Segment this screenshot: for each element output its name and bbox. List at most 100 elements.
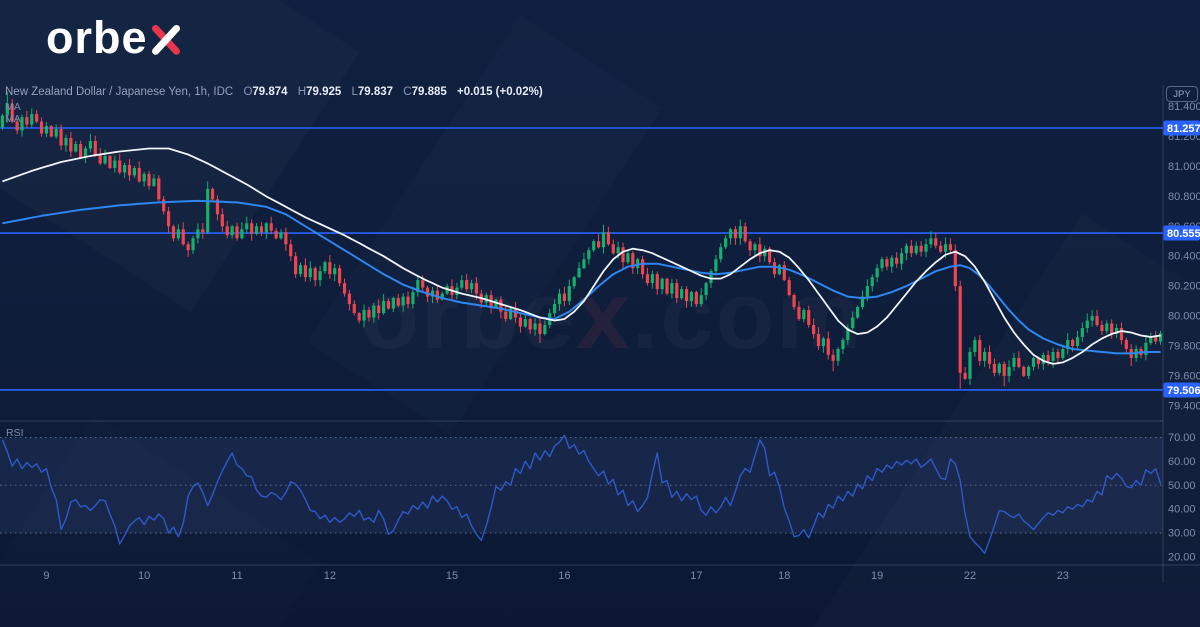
candle-body bbox=[890, 257, 894, 267]
ma-white-line bbox=[2, 147, 1161, 365]
candle-body bbox=[919, 245, 923, 252]
candle-body bbox=[645, 274, 650, 284]
candle-body bbox=[421, 280, 425, 288]
candle-body bbox=[992, 363, 997, 373]
candle-body bbox=[504, 311, 508, 320]
candle-body bbox=[113, 160, 117, 168]
candle-body bbox=[79, 144, 83, 158]
candle-body bbox=[1080, 328, 1084, 337]
candle-body bbox=[1090, 316, 1094, 321]
candle-body bbox=[201, 229, 205, 233]
candle-body bbox=[0, 115, 5, 128]
symbol-title[interactable]: New Zealand Dollar / Japanese Yen, 1h, I… bbox=[5, 86, 233, 98]
candle-body bbox=[396, 298, 400, 306]
candle-body bbox=[640, 259, 645, 275]
rsi-axis-tick: 40.00 bbox=[1168, 504, 1196, 516]
candle-body bbox=[1095, 316, 1099, 326]
candle-body bbox=[582, 259, 586, 269]
candle-body bbox=[264, 223, 268, 233]
candle-body bbox=[303, 265, 308, 278]
candle-body bbox=[533, 323, 537, 330]
candle-body bbox=[206, 188, 210, 233]
candle-body bbox=[948, 244, 953, 251]
candle-body bbox=[166, 211, 171, 227]
candle-body bbox=[518, 317, 523, 327]
price-axis-tick: 81.400 bbox=[1168, 101, 1200, 113]
badge-value: 80.555 bbox=[1167, 228, 1200, 240]
ma-indicator-label-2[interactable]: MA bbox=[5, 113, 21, 125]
candle-body bbox=[772, 262, 777, 275]
candle-body bbox=[152, 178, 156, 186]
candle-body bbox=[308, 268, 312, 278]
candle-body bbox=[69, 138, 73, 152]
candle-body bbox=[127, 164, 132, 176]
time-axis[interactable]: 9 10 11 12 15 16 17 18 19 22 23 bbox=[43, 570, 1069, 582]
candle-body bbox=[1051, 351, 1055, 361]
candle-body bbox=[885, 259, 889, 267]
time-axis-label: 22 bbox=[964, 570, 976, 582]
candle-body bbox=[435, 290, 439, 300]
candle-body bbox=[44, 126, 49, 134]
rsi-indicator-label[interactable]: RSI bbox=[6, 427, 24, 439]
candle-body bbox=[743, 226, 747, 242]
candle-body bbox=[528, 319, 532, 330]
time-axis-label: 10 bbox=[138, 570, 150, 582]
orbex-logo: orbe bbox=[46, 12, 183, 64]
candle-body bbox=[269, 223, 273, 231]
close-value: 79.885 bbox=[411, 86, 447, 98]
candlestick-series bbox=[0, 91, 1163, 389]
candle-body bbox=[474, 283, 479, 294]
candle-body bbox=[924, 244, 928, 252]
candle-body bbox=[1075, 336, 1080, 346]
price-axis[interactable]: 81.40081.20081.00080.80080.60080.40080.2… bbox=[1168, 101, 1200, 412]
time-axis-label: 19 bbox=[871, 570, 883, 582]
time-axis-label: 18 bbox=[778, 570, 790, 582]
candle-body bbox=[460, 280, 464, 288]
rsi-axis[interactable]: 70.00 60.00 50.00 40.00 30.00 20.00 bbox=[1168, 432, 1196, 564]
candle-body bbox=[802, 310, 806, 320]
candle-body bbox=[616, 247, 620, 254]
candle-body bbox=[1046, 354, 1050, 361]
candle-body bbox=[98, 154, 102, 164]
candle-body bbox=[792, 295, 796, 308]
ma-blue-line bbox=[2, 199, 1161, 355]
candle-body bbox=[181, 229, 185, 245]
candle-body bbox=[538, 323, 542, 334]
candle-body bbox=[123, 164, 127, 173]
candle-body bbox=[1085, 320, 1089, 329]
candle-body bbox=[543, 325, 547, 334]
trading-chart-page: orbex.com 81.40081.20081.00080.80080.600… bbox=[0, 0, 1200, 627]
rsi-axis-tick: 50.00 bbox=[1168, 480, 1196, 492]
candle-body bbox=[1124, 339, 1128, 349]
candle-body bbox=[973, 339, 977, 352]
candle-body bbox=[670, 283, 674, 294]
price-axis-tick: 80.800 bbox=[1168, 191, 1200, 203]
candle-body bbox=[577, 268, 581, 278]
candle-body bbox=[469, 283, 474, 290]
candle-body bbox=[665, 278, 669, 294]
candle-body bbox=[367, 310, 371, 318]
candle-body bbox=[323, 262, 327, 272]
candle-body bbox=[557, 293, 562, 305]
candle-body bbox=[836, 348, 840, 361]
price-axis-tick: 80.400 bbox=[1168, 251, 1200, 263]
candle-body bbox=[20, 117, 24, 131]
candle-body bbox=[553, 304, 557, 314]
candle-body bbox=[313, 268, 317, 281]
candle-body bbox=[704, 283, 708, 296]
candle-body bbox=[826, 338, 830, 355]
ma-indicator-label-1[interactable]: MA bbox=[5, 101, 21, 113]
candle-body bbox=[328, 262, 332, 275]
support-resistance-lines bbox=[0, 127, 1163, 391]
candle-body bbox=[254, 226, 259, 234]
candle-body bbox=[1154, 336, 1158, 342]
candle-body bbox=[626, 253, 630, 263]
time-axis-label: 9 bbox=[43, 570, 49, 582]
candle-body bbox=[875, 268, 879, 278]
candle-body bbox=[1012, 357, 1016, 367]
candle-body bbox=[714, 259, 718, 272]
candle-body bbox=[1070, 339, 1075, 346]
price-level-badge: 80.555 bbox=[1163, 225, 1200, 241]
high-value: 79.925 bbox=[306, 86, 342, 98]
candle-body bbox=[64, 138, 68, 146]
